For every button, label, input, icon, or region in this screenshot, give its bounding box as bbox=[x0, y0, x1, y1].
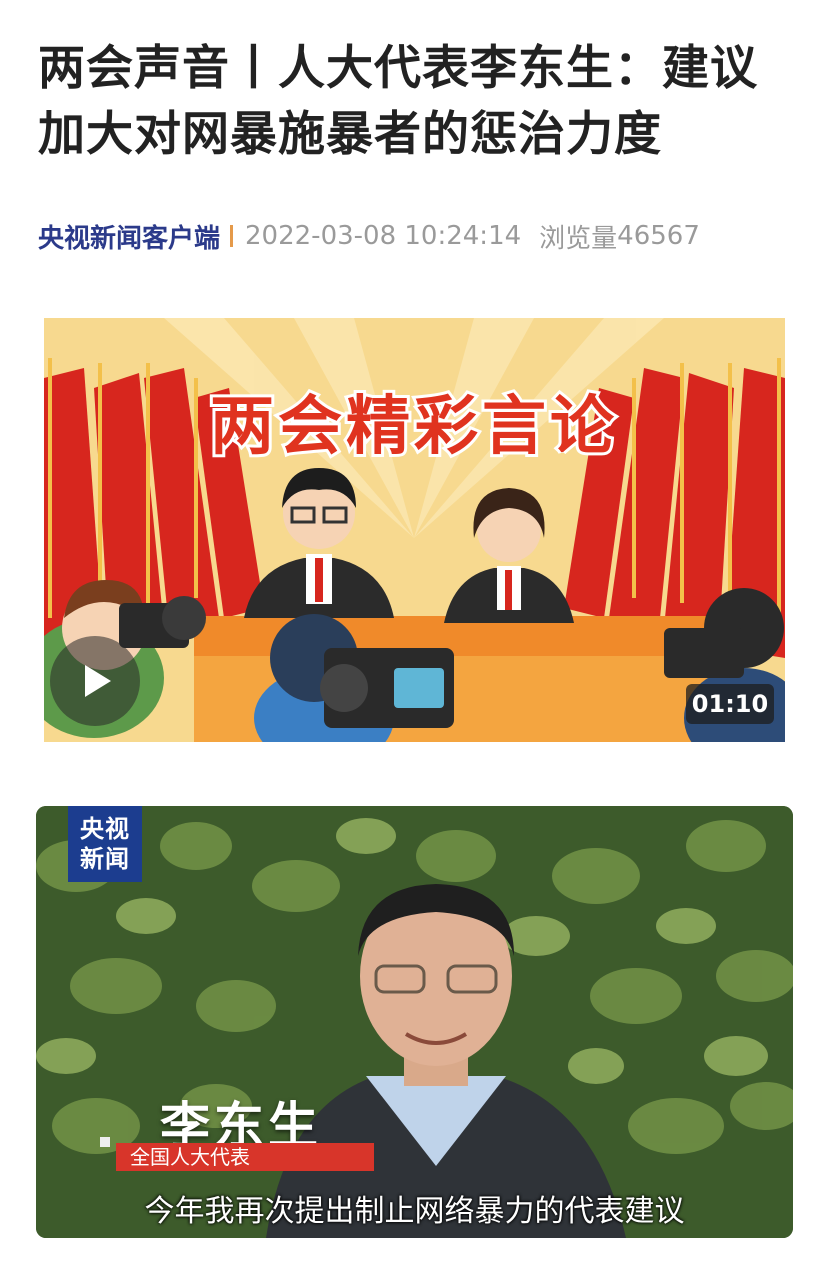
play-button[interactable] bbox=[50, 636, 140, 726]
logo-line1: 央视 bbox=[80, 815, 130, 843]
video-banner-text: 两会精彩言论 bbox=[210, 390, 618, 464]
photo-image bbox=[36, 806, 793, 1238]
video-subtitle: 今年我再次提出制止网络暴力的代表建议 bbox=[144, 1194, 685, 1229]
interview-photo bbox=[36, 806, 793, 1238]
video-duration: 01:10 bbox=[686, 684, 774, 724]
logo-line2: 新闻 bbox=[80, 845, 130, 873]
video-thumbnail: 两会精彩言论 bbox=[44, 318, 785, 742]
meta-divider bbox=[230, 225, 234, 247]
views-count: 46567 bbox=[617, 221, 700, 251]
role-caption: 全国人大代表 bbox=[116, 1143, 374, 1171]
article-title: 两会声音丨人大代表李东生：建议加大对网暴施暴者的惩治力度 bbox=[38, 41, 758, 162]
caption-marker bbox=[100, 1137, 110, 1147]
video-player[interactable]: 两会精彩言论 bbox=[44, 318, 785, 742]
views-label: 浏览量 bbox=[539, 223, 618, 254]
cctv-news-logo: 央视 新闻 bbox=[68, 806, 142, 882]
publish-datetime: 2022-03-08 10:24:14 bbox=[245, 221, 522, 251]
article-meta: 央视新闻客户端 2022-03-08 10:24:14 浏览量 46567 bbox=[38, 218, 700, 254]
source-name[interactable]: 央视新闻客户端 bbox=[38, 218, 220, 255]
play-icon bbox=[85, 665, 111, 697]
